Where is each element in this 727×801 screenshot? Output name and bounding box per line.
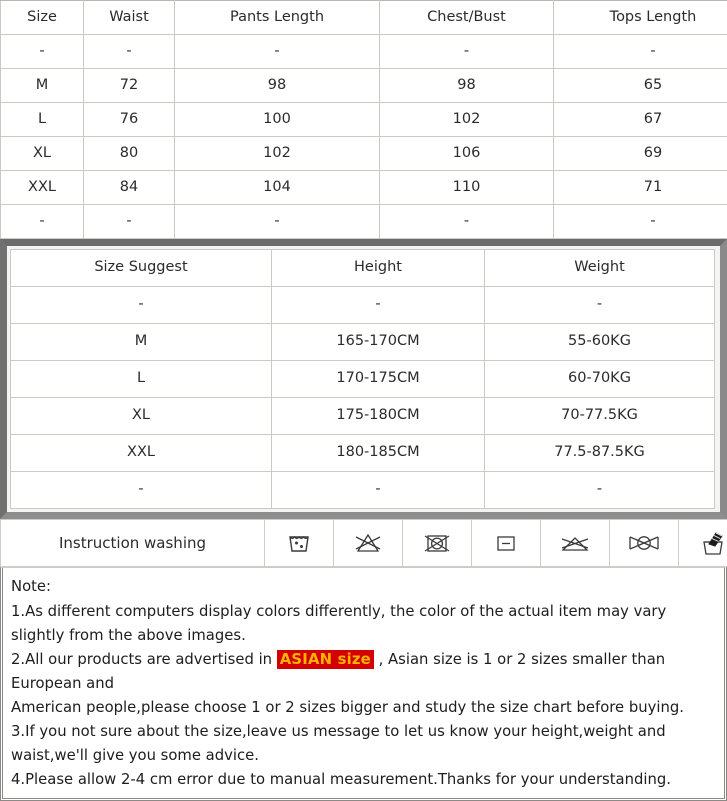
cell-tops-length: - [554,35,727,69]
table-row: XL 175-180CM 70-77.5KG [11,398,715,435]
cell-size: XXL [1,171,84,205]
column-header-size-suggest: Size Suggest [11,250,272,287]
table-header-row: Size Suggest Height Weight [11,250,715,287]
measurement-table: Size Waist Pants Length Chest/Bust Tops … [0,0,727,239]
cell-waist: 80 [84,137,175,171]
note-item-4: 4.Please allow 2-4 cm error due to manua… [9,768,718,792]
washing-instruction-table: Instruction washing [0,519,727,567]
cell-weight: - [485,287,715,324]
cell-weight: 70-77.5KG [485,398,715,435]
washing-instruction-row: Instruction washing [1,520,727,567]
note-item-2-continued: American people,please choose 1 or 2 siz… [9,696,718,720]
cell-chest-bust: - [380,35,554,69]
size-suggest-table: Size Suggest Height Weight - - - M 165-1… [10,249,715,509]
cell-chest-bust: 110 [380,171,554,205]
cell-chest-bust: 102 [380,103,554,137]
cell-height: 180-185CM [272,435,485,472]
table-row: XXL 84 104 110 71 [1,171,727,205]
cell-size-suggest: - [11,472,272,509]
column-header-tops-length: Tops Length [554,1,727,35]
cell-pants-length: - [175,205,380,239]
column-header-waist: Waist [84,1,175,35]
cell-size: XL [1,137,84,171]
cell-tops-length: 65 [554,69,727,103]
cell-height: - [272,472,485,509]
cell-waist: - [84,205,175,239]
cell-chest-bust: - [380,205,554,239]
cell-size-suggest: - [11,287,272,324]
note-item-2-before: 2.All our products are advertised in [11,651,277,668]
cell-size: M [1,69,84,103]
do-not-wring-icon [541,520,610,567]
table-row: XXL 180-185CM 77.5-87.5KG [11,435,715,472]
cell-weight: 55-60KG [485,324,715,361]
column-header-weight: Weight [485,250,715,287]
table-row: XL 80 102 106 69 [1,137,727,171]
note-item-3: 3.If you not sure about the size,leave u… [9,720,718,768]
do-not-tumble-dry-icon [403,520,472,567]
table-row: - - - - - [1,205,727,239]
table-row: L 170-175CM 60-70KG [11,361,715,398]
cell-weight: - [485,472,715,509]
cell-waist: 72 [84,69,175,103]
cell-size: L [1,103,84,137]
cell-size-suggest: L [11,361,272,398]
table-row: - - - [11,287,715,324]
asian-size-highlight: ASIAN size [277,650,374,669]
table-row: - - - [11,472,715,509]
cell-size: - [1,35,84,69]
cell-weight: 77.5-87.5KG [485,435,715,472]
size-chart-page: Size Waist Pants Length Chest/Bust Tops … [0,0,727,773]
cell-waist: - [84,35,175,69]
size-suggest-table-body: Size Suggest Height Weight - - - M 165-1… [11,250,715,509]
hand-wash-icon [679,520,727,567]
column-header-height: Height [272,250,485,287]
cell-size-suggest: M [11,324,272,361]
washing-instruction-label: Instruction washing [1,520,265,567]
cell-size: - [1,205,84,239]
cell-height: 175-180CM [272,398,485,435]
cell-tops-length: 69 [554,137,727,171]
cell-height: - [272,287,485,324]
washing-instruction-body: Instruction washing [1,520,727,567]
column-header-pants-length: Pants Length [175,1,380,35]
cell-pants-length: 102 [175,137,380,171]
table-row: M 72 98 98 65 [1,69,727,103]
note-item-1: 1.As different computers display colors … [9,600,718,648]
cell-height: 170-175CM [272,361,485,398]
cell-size-suggest: XL [11,398,272,435]
cell-height: 165-170CM [272,324,485,361]
table-row: L 76 100 102 67 [1,103,727,137]
cell-tops-length: 71 [554,171,727,205]
do-not-dry-clean-icon [610,520,679,567]
table-row: M 165-170CM 55-60KG [11,324,715,361]
iron-low-heat-icon [472,520,541,567]
table-row: - - - - - [1,35,727,69]
machine-wash-icon [265,520,334,567]
column-header-chest-bust: Chest/Bust [380,1,554,35]
cell-pants-length: - [175,35,380,69]
cell-tops-length: 67 [554,103,727,137]
cell-chest-bust: 98 [380,69,554,103]
cell-chest-bust: 106 [380,137,554,171]
cell-weight: 60-70KG [485,361,715,398]
cell-pants-length: 98 [175,69,380,103]
cell-pants-length: 100 [175,103,380,137]
size-suggest-frame: Size Suggest Height Weight - - - M 165-1… [0,239,727,519]
table-header-row: Size Waist Pants Length Chest/Bust Tops … [1,1,727,35]
note-item-2: 2.All our products are advertised in ASI… [9,648,718,696]
do-not-bleach-icon [334,520,403,567]
column-header-size: Size [1,1,84,35]
cell-waist: 84 [84,171,175,205]
cell-tops-length: - [554,205,727,239]
cell-size-suggest: XXL [11,435,272,472]
note-title: Note: [9,575,718,599]
cell-pants-length: 104 [175,171,380,205]
measurement-table-body: Size Waist Pants Length Chest/Bust Tops … [1,1,727,239]
cell-waist: 76 [84,103,175,137]
note-section: Note: 1.As different computers display c… [0,567,727,801]
